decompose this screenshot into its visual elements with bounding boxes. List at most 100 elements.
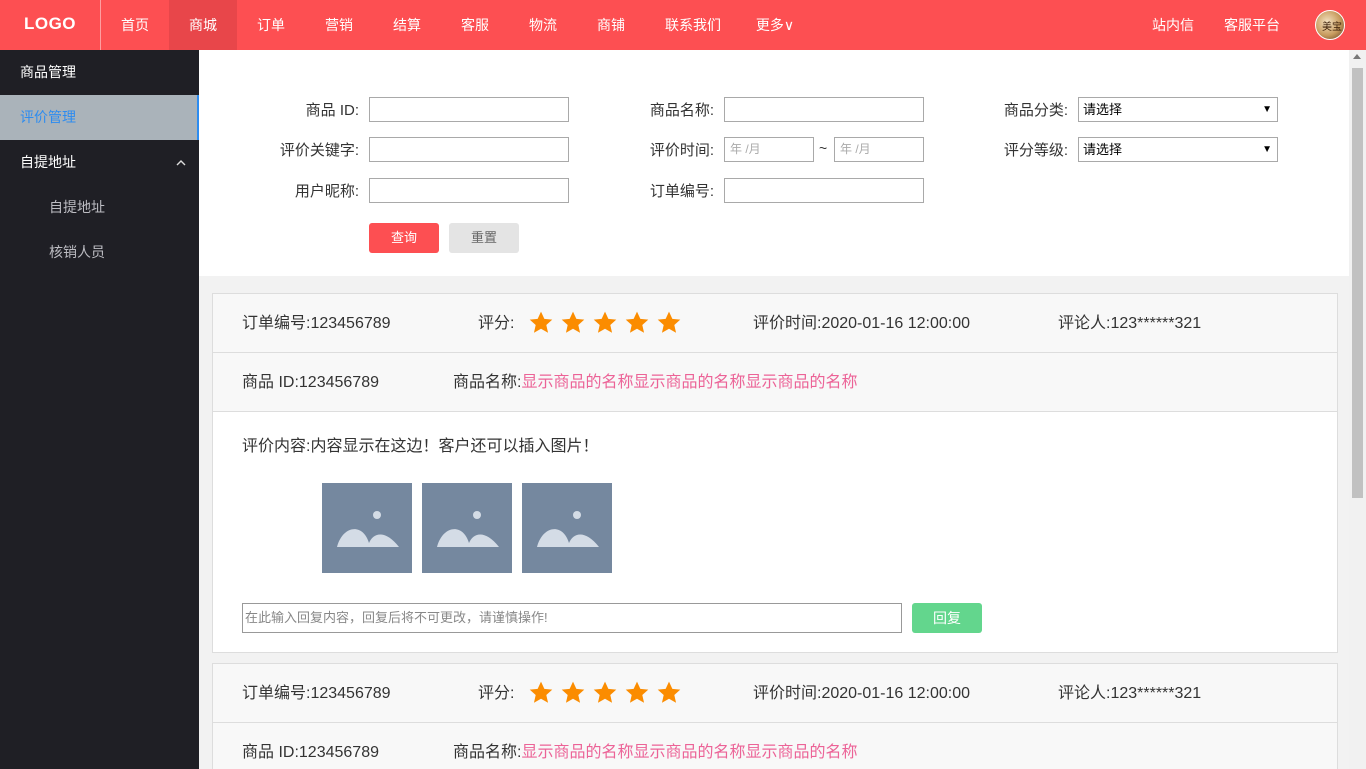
review-product-row: 商品 ID:123456789 商品名称:显示商品的名称显示商品的名称显示商品的… (213, 353, 1337, 412)
sidebar-item-pickup-address-group[interactable]: 自提地址 (0, 140, 199, 185)
product-id-value: 123456789 (298, 744, 379, 761)
category-select-value: 请选择 (1083, 102, 1123, 117)
product-id: 商品 ID:123456789 (242, 723, 379, 769)
avatar-text: 美宝 (1322, 22, 1342, 33)
sidebar-item-label: 自提地址 (20, 154, 76, 170)
grade-label: 评分等级: (1003, 142, 1068, 159)
rating-stars (528, 310, 682, 336)
product-name-label: 商品名称: (453, 374, 522, 391)
start-date-input[interactable]: 年 /月 (724, 137, 814, 162)
product-name: 商品名称:显示商品的名称显示商品的名称显示商品的名称 (453, 353, 857, 412)
service-platform-link[interactable]: 客服平台 (1224, 0, 1280, 50)
order-number-value: 123456789 (310, 685, 391, 702)
image-placeholder-icon[interactable] (522, 483, 612, 573)
nickname-input[interactable] (369, 178, 569, 203)
order-number-label: 订单编号: (242, 315, 311, 332)
product-name-label: 商品名称: (649, 102, 714, 119)
keyword-label: 评价关键字: (279, 142, 359, 159)
review-time: 评价时间:2020-01-16 12:00:00 (753, 664, 970, 723)
nav-item-contact[interactable]: 联系我们 (645, 0, 741, 50)
review-meta-row: 订单编号:123456789 评分: 评价时间:2020-01-16 12:00… (213, 294, 1337, 353)
grade-select[interactable]: 请选择 ▼ (1078, 137, 1278, 162)
review-time-label: 评价时间: (649, 142, 714, 159)
inbox-link[interactable]: 站内信 (1152, 0, 1194, 50)
reviewer-label: 评论人: (1058, 685, 1111, 702)
reviewer-value: 123******321 (1110, 315, 1202, 332)
reply-button[interactable]: 回复 (912, 603, 982, 633)
nav-item-more[interactable]: 更多∨ (741, 0, 809, 50)
nav-item-marketing[interactable]: 营销 (305, 0, 373, 50)
product-name: 商品名称:显示商品的名称显示商品的名称显示商品的名称 (453, 723, 857, 769)
review-content-text: 内容显示在这边！客户还可以插入图片！ (310, 438, 599, 455)
rating-stars (528, 680, 682, 706)
star-icon (657, 311, 681, 333)
star-icon (561, 311, 585, 333)
order-number-label: 订单编号: (242, 685, 311, 702)
product-name-input[interactable] (724, 97, 924, 122)
query-button[interactable]: 查询 (369, 223, 439, 253)
star-icon (625, 311, 649, 333)
score-label: 评分: (478, 685, 515, 702)
nav-item-mall[interactable]: 商城 (169, 0, 237, 50)
scrollbar-thumb[interactable] (1352, 68, 1363, 498)
category-select[interactable]: 请选择 ▼ (1078, 97, 1278, 122)
nav-item-logistics[interactable]: 物流 (509, 0, 577, 50)
image-placeholder-icon[interactable] (322, 483, 412, 573)
order-number-label: 订单编号: (649, 183, 714, 200)
review-time: 评价时间:2020-01-16 12:00:00 (753, 294, 970, 353)
keyword-input[interactable] (369, 137, 569, 162)
star-icon (529, 311, 553, 333)
caret-down-icon: ▼ (1262, 104, 1272, 115)
date-range-separator: ~ (819, 140, 828, 156)
filter-panel: 商品 ID: 商品名称: 商品分类: 请选择 ▼ 评价关键字: 评价时间: 年 … (199, 50, 1349, 276)
review-time-label: 评价时间: (753, 315, 822, 332)
star-icon (625, 681, 649, 703)
product-id-input[interactable] (369, 97, 569, 122)
product-id-label: 商品 ID: (242, 744, 299, 761)
nav-item-shop[interactable]: 商铺 (577, 0, 645, 50)
product-id-label: 商品 ID: (305, 102, 359, 119)
order-number-value: 123456789 (310, 315, 391, 332)
sidebar-item-review-management[interactable]: 评价管理 (0, 95, 199, 140)
reviewer-label: 评论人: (1058, 315, 1111, 332)
image-placeholder-icon[interactable] (422, 483, 512, 573)
main-nav: 首页 商城 订单 营销 结算 客服 物流 商铺 联系我们 更多∨ (101, 0, 809, 50)
chevron-up-icon (175, 140, 187, 185)
star-icon (593, 311, 617, 333)
avatar[interactable]: 美宝 (1315, 10, 1345, 40)
nav-item-settlement[interactable]: 结算 (373, 0, 441, 50)
review-body: 评价内容:内容显示在这边！客户还可以插入图片！ 在此输入回复内容，回复后将不可更… (213, 412, 1337, 652)
score-label: 评分: (478, 315, 515, 332)
review-product-row: 商品 ID:123456789 商品名称:显示商品的名称显示商品的名称显示商品的… (213, 723, 1337, 769)
nav-item-orders[interactable]: 订单 (237, 0, 305, 50)
caret-down-icon: ▼ (1262, 144, 1272, 155)
review-card: 订单编号:123456789 评分: 评价时间:2020-01-16 12:00… (212, 663, 1338, 769)
sidebar-item-product-management[interactable]: 商品管理 (0, 50, 199, 95)
order-number: 订单编号:123456789 (242, 664, 391, 723)
product-id-value: 123456789 (298, 374, 379, 391)
star-icon (657, 681, 681, 703)
reviewer: 评论人:123******321 (1058, 664, 1201, 723)
review-meta-row: 订单编号:123456789 评分: 评价时间:2020-01-16 12:00… (213, 664, 1337, 723)
product-name-link[interactable]: 显示商品的名称显示商品的名称显示商品的名称 (521, 744, 857, 761)
star-icon (593, 681, 617, 703)
review-time-value: 2020-01-16 12:00:00 (821, 685, 971, 702)
product-id: 商品 ID:123456789 (242, 353, 379, 412)
sidebar-item-pickup-address[interactable]: 自提地址 (0, 185, 199, 230)
review-card: 订单编号:123456789 评分: 评价时间:2020-01-16 12:00… (212, 293, 1338, 653)
end-date-input[interactable]: 年 /月 (834, 137, 924, 162)
review-time-value: 2020-01-16 12:00:00 (821, 315, 971, 332)
reply-input[interactable]: 在此输入回复内容，回复后将不可更改，请谨慎操作! (242, 603, 902, 633)
scroll-up-arrow-icon[interactable] (1353, 54, 1361, 59)
vertical-scrollbar[interactable] (1349, 50, 1366, 769)
main-content: 商品 ID: 商品名称: 商品分类: 请选择 ▼ 评价关键字: 评价时间: 年 … (199, 50, 1349, 769)
review-content: 评价内容:内容显示在这边！客户还可以插入图片！ (242, 432, 598, 456)
sidebar-item-verification-staff[interactable]: 核销人员 (0, 230, 199, 275)
reset-button[interactable]: 重置 (449, 223, 519, 253)
nav-item-service[interactable]: 客服 (441, 0, 509, 50)
product-name-link[interactable]: 显示商品的名称显示商品的名称显示商品的名称 (521, 374, 857, 391)
nav-item-home[interactable]: 首页 (101, 0, 169, 50)
order-number-input[interactable] (724, 178, 924, 203)
reviewer-value: 123******321 (1110, 685, 1202, 702)
product-id-label: 商品 ID: (242, 374, 299, 391)
